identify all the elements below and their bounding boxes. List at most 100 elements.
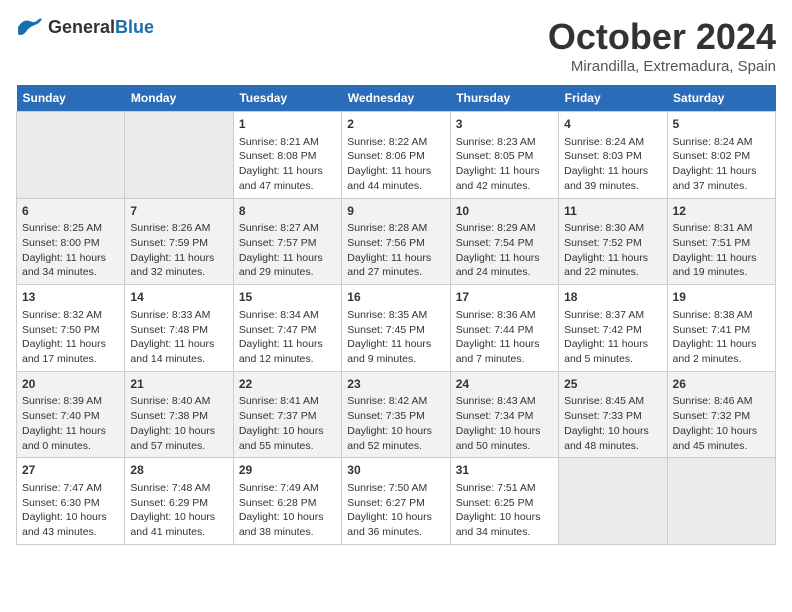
sunset-text: Sunset: 6:29 PM <box>130 497 208 509</box>
day-number: 25 <box>564 376 661 393</box>
calendar-cell: 30Sunrise: 7:50 AMSunset: 6:27 PMDayligh… <box>342 458 450 545</box>
daylight-text: Daylight: 11 hours and 44 minutes. <box>347 165 431 192</box>
month-title: October 2024 <box>548 16 776 58</box>
sunrise-text: Sunrise: 8:46 AM <box>673 395 753 407</box>
day-number: 26 <box>673 376 770 393</box>
calendar-cell: 26Sunrise: 8:46 AMSunset: 7:32 PMDayligh… <box>667 371 775 458</box>
calendar-cell <box>559 458 667 545</box>
day-number: 12 <box>673 203 770 220</box>
sunset-text: Sunset: 6:28 PM <box>239 497 317 509</box>
daylight-text: Daylight: 11 hours and 0 minutes. <box>22 425 106 452</box>
daylight-text: Daylight: 11 hours and 2 minutes. <box>673 338 757 365</box>
calendar-cell: 20 Sunrise: 8:39 AM Sunset: 7:40 PM Dayligh… <box>17 371 125 458</box>
calendar-cell: 9Sunrise: 8:28 AMSunset: 7:56 PMDaylight… <box>342 198 450 285</box>
sunrise-text: Sunrise: 8:23 AM <box>456 136 536 148</box>
daylight-text: Daylight: 10 hours and 38 minutes. <box>239 511 324 538</box>
sunset-text: Sunset: 7:41 PM <box>673 324 751 336</box>
sunrise-text: Sunrise: 8:41 AM <box>239 395 319 407</box>
daylight-text: Daylight: 10 hours and 41 minutes. <box>130 511 215 538</box>
sunset-text: Sunset: 7:59 PM <box>130 237 208 249</box>
daylight-text: Daylight: 10 hours and 50 minutes. <box>456 425 541 452</box>
sunset-text: Sunset: 8:05 PM <box>456 150 534 162</box>
day-number: 29 <box>239 462 336 479</box>
day-number: 3 <box>456 116 553 133</box>
sunrise-text: Sunrise: 8:35 AM <box>347 309 427 321</box>
calendar-cell: 5Sunrise: 8:24 AMSunset: 8:02 PMDaylight… <box>667 112 775 199</box>
sunrise-text: Sunrise: 8:34 AM <box>239 309 319 321</box>
title-area: October 2024 Mirandilla, Extremadura, Sp… <box>548 16 776 75</box>
day-number: 1 <box>239 116 336 133</box>
sunset-text: Sunset: 7:42 PM <box>564 324 642 336</box>
column-header-wednesday: Wednesday <box>342 85 450 112</box>
daylight-text: Daylight: 10 hours and 52 minutes. <box>347 425 432 452</box>
sunset-text: Sunset: 7:48 PM <box>130 324 208 336</box>
daylight-text: Daylight: 11 hours and 37 minutes. <box>673 165 757 192</box>
calendar-cell: 29Sunrise: 7:49 AMSunset: 6:28 PMDayligh… <box>233 458 341 545</box>
sunrise-text: Sunrise: 8:37 AM <box>564 309 644 321</box>
calendar-cell: 4 Sunrise: 8:24 AM Sunset: 8:03 PM Daylight… <box>559 112 667 199</box>
sunset-text: Sunset: 7:57 PM <box>239 237 317 249</box>
day-number: 30 <box>347 462 444 479</box>
sunset-text: Sunset: 6:30 PM <box>22 497 100 509</box>
column-header-monday: Monday <box>125 85 233 112</box>
day-number: 4 <box>564 116 661 133</box>
calendar-cell: 31Sunrise: 7:51 AMSunset: 6:25 PMDayligh… <box>450 458 558 545</box>
calendar-week-5: 27Sunrise: 7:47 AMSunset: 6:30 PMDayligh… <box>17 458 776 545</box>
day-number: 20 <box>22 376 119 393</box>
daylight-text: Daylight: 10 hours and 36 minutes. <box>347 511 432 538</box>
sunrise-text: Sunrise: 8:22 AM <box>347 136 427 148</box>
calendar-cell <box>125 112 233 199</box>
sunrise-text: Sunrise: 8:38 AM <box>673 309 753 321</box>
day-number: 17 <box>456 289 553 306</box>
daylight-text: Daylight: 11 hours and 7 minutes. <box>456 338 540 365</box>
daylight-text: Daylight: 11 hours and 27 minutes. <box>347 252 431 279</box>
sunrise-text: Sunrise: 7:47 AM <box>22 482 102 494</box>
day-number: 18 <box>564 289 661 306</box>
sunset-text: Sunset: 6:27 PM <box>347 497 425 509</box>
sunset-text: Sunset: 7:34 PM <box>456 410 534 422</box>
day-number: 23 <box>347 376 444 393</box>
day-number: 16 <box>347 289 444 306</box>
sunrise-text: Sunrise: 7:48 AM <box>130 482 210 494</box>
daylight-text: Daylight: 11 hours and 9 minutes. <box>347 338 431 365</box>
calendar-cell: 23Sunrise: 8:42 AMSunset: 7:35 PMDayligh… <box>342 371 450 458</box>
sunrise-text: Sunrise: 8:24 AM <box>564 136 644 148</box>
sunset-text: Sunset: 7:56 PM <box>347 237 425 249</box>
sunrise-text: Sunrise: 8:24 AM <box>673 136 753 148</box>
daylight-text: Daylight: 11 hours and 19 minutes. <box>673 252 757 279</box>
sunset-text: Sunset: 8:02 PM <box>673 150 751 162</box>
sunset-text: Sunset: 8:06 PM <box>347 150 425 162</box>
column-header-friday: Friday <box>559 85 667 112</box>
sunrise-text: Sunrise: 8:21 AM <box>239 136 319 148</box>
sunset-text: Sunset: 7:38 PM <box>130 410 208 422</box>
day-number: 6 <box>22 203 119 220</box>
day-number: 9 <box>347 203 444 220</box>
day-number: 31 <box>456 462 553 479</box>
sunset-text: Sunset: 7:33 PM <box>564 410 642 422</box>
sunset-text: Sunset: 7:40 PM <box>22 410 100 422</box>
sunset-text: Sunset: 8:03 PM <box>564 150 642 162</box>
calendar-cell: 18Sunrise: 8:37 AMSunset: 7:42 PMDayligh… <box>559 285 667 372</box>
daylight-text: Daylight: 11 hours and 39 minutes. <box>564 165 648 192</box>
sunset-text: Sunset: 7:32 PM <box>673 410 751 422</box>
daylight-text: Daylight: 11 hours and 24 minutes. <box>456 252 540 279</box>
sunrise-text: Sunrise: 8:33 AM <box>130 309 210 321</box>
sunrise-text: Sunrise: 8:45 AM <box>564 395 644 407</box>
sunset-text: Sunset: 8:00 PM <box>22 237 100 249</box>
calendar-cell: 10Sunrise: 8:29 AMSunset: 7:54 PMDayligh… <box>450 198 558 285</box>
page-header: GeneralBlue October 2024 Mirandilla, Ext… <box>16 16 776 75</box>
calendar-cell: 2Sunrise: 8:22 AMSunset: 8:06 PMDaylight… <box>342 112 450 199</box>
calendar-cell: 14Sunrise: 8:33 AMSunset: 7:48 PMDayligh… <box>125 285 233 372</box>
daylight-text: Daylight: 11 hours and 32 minutes. <box>130 252 214 279</box>
sunrise-text: Sunrise: 8:27 AM <box>239 222 319 234</box>
daylight-text: Daylight: 11 hours and 47 minutes. <box>239 165 323 192</box>
calendar-table: SundayMondayTuesdayWednesdayThursdayFrid… <box>16 85 776 545</box>
day-number: 28 <box>130 462 227 479</box>
sunset-text: Sunset: 7:51 PM <box>673 237 751 249</box>
daylight-text: Daylight: 10 hours and 57 minutes. <box>130 425 215 452</box>
day-number: 7 <box>130 203 227 220</box>
calendar-cell: 12Sunrise: 8:31 AMSunset: 7:51 PMDayligh… <box>667 198 775 285</box>
sunrise-text: Sunrise: 8:30 AM <box>564 222 644 234</box>
sunrise-text: Sunrise: 8:29 AM <box>456 222 536 234</box>
sunrise-text: Sunrise: 8:39 AM <box>22 395 102 407</box>
